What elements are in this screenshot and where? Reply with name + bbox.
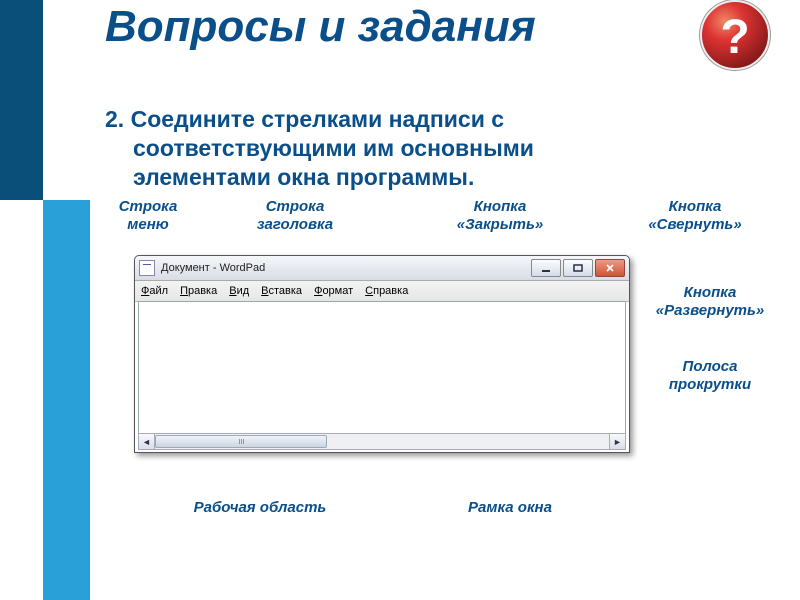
menu-format[interactable]: Формат: [314, 285, 353, 297]
scroll-thumb[interactable]: [155, 435, 327, 448]
window-menubar[interactable]: Файл Правка Вид Вставка Формат Справка: [135, 281, 629, 302]
wordpad-window: Документ - WordPad Файл Правка Вид Встав…: [134, 255, 630, 453]
label-frame: Рамка окна: [445, 499, 575, 517]
minimize-icon: [541, 264, 551, 272]
document-icon: [139, 260, 155, 276]
minimize-button[interactable]: [531, 259, 561, 277]
question-mark-icon: ?: [720, 11, 749, 64]
window-titlebar[interactable]: Документ - WordPad: [135, 256, 629, 281]
label-minimize-btn: Кнопка «Свернуть»: [635, 198, 755, 234]
menu-insert[interactable]: Вставка: [261, 285, 302, 297]
close-button[interactable]: [595, 259, 625, 277]
scroll-track[interactable]: [155, 434, 609, 449]
menu-file[interactable]: Файл: [141, 285, 168, 297]
menu-edit[interactable]: Правка: [180, 285, 217, 297]
label-scrollbar: Полоса прокрутки: [650, 358, 770, 394]
question-text: 2. Соедините стрелками надписи с соответ…: [105, 105, 705, 191]
label-maximize-btn: Кнопка «Развернуть»: [640, 284, 780, 320]
page-title: Вопросы и задания: [105, 2, 536, 52]
label-title-line: Строка заголовка: [240, 198, 350, 234]
label-close-btn: Кнопка «Закрыть»: [440, 198, 560, 234]
maximize-icon: [573, 264, 583, 272]
sidebar-dark: [0, 0, 43, 200]
maximize-button[interactable]: [563, 259, 593, 277]
window-title-text: Документ - WordPad: [161, 262, 265, 274]
sidebar-light: [43, 200, 90, 600]
scroll-right-arrow-icon[interactable]: ►: [609, 434, 625, 449]
close-icon: [605, 264, 615, 272]
horizontal-scrollbar[interactable]: ◄ ►: [138, 433, 626, 450]
label-workarea: Рабочая область: [170, 499, 350, 517]
scroll-left-arrow-icon[interactable]: ◄: [139, 434, 155, 449]
label-menu-line: Строка меню: [108, 198, 188, 234]
menu-view[interactable]: Вид: [229, 285, 249, 297]
help-badge: ?: [695, 0, 775, 75]
window-workarea[interactable]: [138, 301, 626, 434]
menu-help[interactable]: Справка: [365, 285, 408, 297]
